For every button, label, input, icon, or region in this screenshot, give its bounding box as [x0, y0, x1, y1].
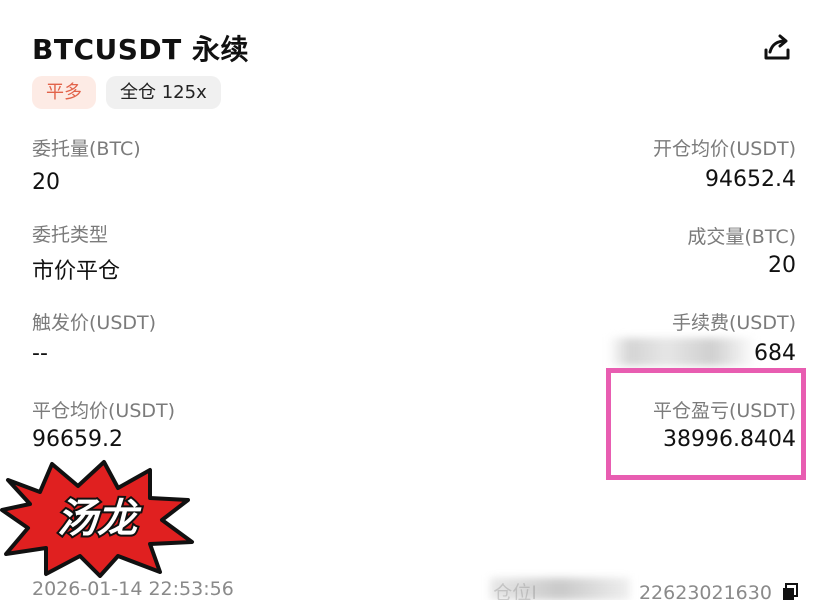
- logo-stamp: 汤龙: [0, 460, 194, 578]
- tag-row: 平多 全仓 125x: [32, 76, 221, 109]
- filled-qty-label: 成交量(BTC): [687, 226, 796, 248]
- open-avg-label: 开仓均价(USDT): [652, 138, 796, 160]
- order-qty-value: 20: [32, 170, 60, 195]
- order-type-label: 委托类型: [32, 224, 109, 246]
- position-id-prefix: 仓位I: [493, 582, 537, 600]
- fee-value: 684: [754, 341, 796, 366]
- close-avg-value: 96659.2: [32, 427, 123, 452]
- position-id: 仓位I 22623021630: [493, 578, 798, 600]
- order-qty-label: 委托量(BTC): [32, 138, 141, 160]
- open-avg-value: 94652.4: [705, 167, 796, 192]
- filled-qty-value: 20: [768, 253, 796, 278]
- trigger-price-value: --: [32, 341, 48, 366]
- side-badge: 平多: [32, 76, 96, 109]
- close-avg-label: 平仓均价(USDT): [32, 400, 176, 422]
- page-title: BTCUSDT 永续: [32, 33, 249, 66]
- position-id-value: 22623021630: [638, 582, 772, 600]
- stamp-text: 汤龙: [57, 496, 142, 542]
- margin-mode-badge: 全仓 125x: [106, 76, 221, 109]
- share-icon[interactable]: [760, 30, 794, 64]
- copy-icon[interactable]: [782, 583, 798, 600]
- fee-redaction: [608, 338, 756, 366]
- pnl-highlight-box: [606, 368, 806, 480]
- order-detail-page: BTCUSDT 永续 平多 全仓 125x 委托量(BTC) 20 开仓均价(U…: [0, 0, 828, 600]
- order-timestamp: 2026-01-14 22:53:56: [32, 578, 234, 600]
- order-type-value: 市价平仓: [32, 259, 121, 284]
- fee-label: 手续费(USDT): [671, 312, 796, 334]
- trigger-price-label: 触发价(USDT): [32, 312, 157, 334]
